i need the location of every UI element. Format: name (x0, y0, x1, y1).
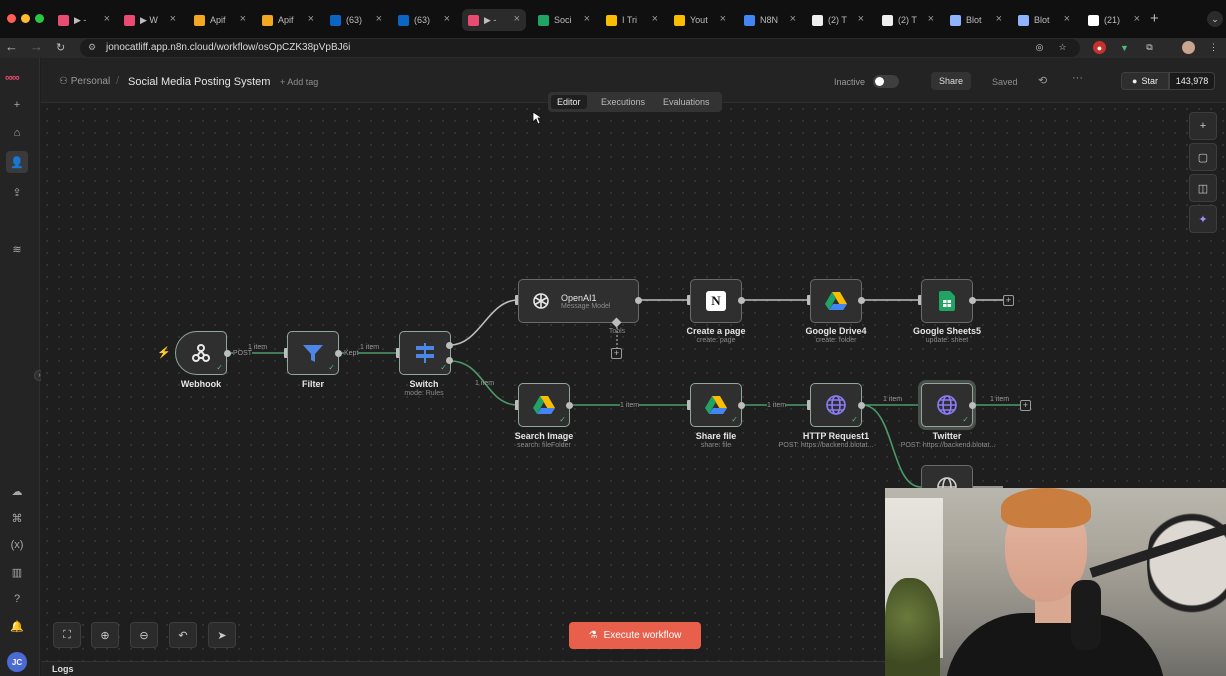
node-subtitle: update: sheet (925, 337, 969, 344)
node-label: Google Sheets5 (912, 326, 982, 336)
node-label: Search Image (514, 431, 574, 441)
google-drive-icon (533, 396, 555, 414)
webcam-mirror (1147, 493, 1226, 633)
openai-icon (533, 293, 549, 309)
success-check-icon: ✓ (962, 415, 969, 424)
node-label: Twitter (932, 431, 962, 441)
node-label: Google Drive4 (805, 326, 867, 336)
output-port[interactable] (335, 350, 342, 357)
node-webhook[interactable]: ✓ (175, 331, 227, 375)
tab-editor[interactable]: Editor (551, 95, 587, 109)
success-check-icon: ✓ (328, 363, 335, 372)
output-port[interactable] (969, 402, 976, 409)
panel-toggle-icon[interactable]: ◫ (1189, 174, 1217, 202)
fit-view-icon[interactable]: ⛶ (53, 622, 81, 648)
success-check-icon: ✓ (216, 363, 223, 372)
undo-icon[interactable]: ↶ (169, 622, 197, 648)
add-node-button[interactable]: + (1003, 295, 1014, 306)
tab-executions[interactable]: Executions (595, 95, 651, 109)
edge-label: 1 item (360, 344, 380, 351)
globe-icon (826, 395, 846, 415)
flask-icon: ⚗ (588, 630, 598, 641)
node-label: Switch (409, 379, 439, 389)
success-check-icon: ✓ (559, 415, 566, 424)
trigger-bolt-icon: ⚡ (157, 347, 171, 359)
output-port[interactable] (635, 297, 642, 304)
node-google-sheets5[interactable] (921, 279, 973, 323)
output-port[interactable] (738, 402, 745, 409)
edge-label: 1 item (620, 402, 640, 409)
output-port[interactable] (224, 350, 231, 357)
webhook-icon (192, 344, 210, 362)
node-subtitle: POST: https://backend.blotat... (900, 442, 996, 449)
mouse-cursor (532, 111, 542, 125)
output-port[interactable] (858, 297, 865, 304)
globe-icon (937, 395, 957, 415)
pointer-mode-icon[interactable]: ➤ (208, 622, 236, 648)
success-check-icon: ✓ (731, 415, 738, 424)
node-switch[interactable]: ✓ (399, 331, 451, 375)
node-subtitle: mode: Rules (404, 390, 444, 397)
add-node-panel-button[interactable]: + (1189, 112, 1217, 140)
execute-workflow-label: Execute workflow (603, 630, 682, 641)
node-subtitle: Message Model (561, 302, 611, 310)
google-drive-icon (825, 292, 847, 310)
execute-workflow-button[interactable]: ⚗ Execute workflow (569, 622, 701, 649)
google-drive-icon (705, 396, 727, 414)
edge-label: 1 item (767, 402, 787, 409)
edge-label: Kept (344, 350, 359, 357)
node-twitter[interactable]: ✓ (921, 383, 973, 427)
webcam-person-hair (1001, 488, 1091, 528)
add-node-button[interactable]: + (1020, 400, 1031, 411)
logs-label[interactable]: Logs (52, 664, 74, 674)
webcam-overlay (885, 488, 1226, 676)
edge-label: 1 item (475, 380, 495, 387)
filter-funnel-icon (303, 345, 323, 362)
sticky-note-icon[interactable]: ▢ (1189, 143, 1217, 171)
webcam-microphone (1071, 580, 1101, 650)
switch-signpost-icon (416, 343, 434, 363)
node-google-drive4[interactable] (810, 279, 862, 323)
openai-text: OpenAI1 Message Model (561, 293, 610, 310)
node-notion[interactable]: N (690, 279, 742, 323)
output-port[interactable] (446, 357, 453, 364)
notion-icon: N (706, 291, 726, 311)
node-label: Filter (301, 379, 325, 389)
add-tool-button[interactable]: + (611, 348, 622, 359)
node-http-request1[interactable]: ✓ (810, 383, 862, 427)
edge-label: 1 item (990, 396, 1010, 403)
node-subtitle: create: folder (815, 337, 857, 344)
node-subtitle: share: file (700, 442, 732, 449)
output-port[interactable] (738, 297, 745, 304)
google-sheets-icon (939, 291, 955, 311)
tools-label: Tools (608, 328, 626, 335)
node-search-image[interactable]: ✓ (518, 383, 570, 427)
output-port[interactable] (446, 342, 453, 349)
zoom-out-icon[interactable]: ⊖ (130, 622, 158, 648)
edge-label: 1 item (883, 396, 903, 403)
ai-assistant-sparkle-icon[interactable]: ✦ (1189, 205, 1217, 233)
webcam-plant (885, 578, 940, 676)
edge-switch-openai[interactable] (449, 299, 519, 346)
success-check-icon: ✓ (440, 363, 447, 372)
success-check-icon: ✓ (851, 415, 858, 424)
node-label: Webhook (180, 379, 222, 389)
output-port[interactable] (858, 402, 865, 409)
node-label: Share file (695, 431, 737, 441)
edge-label: POST (233, 350, 253, 357)
mode-tabs: Editor Executions Evaluations (548, 92, 722, 112)
node-subtitle: create: page (696, 337, 736, 344)
node-subtitle: search: fileFolder (517, 442, 571, 449)
node-openai[interactable]: OpenAI1 Message Model (518, 279, 639, 323)
output-port[interactable] (969, 297, 976, 304)
output-port[interactable] (566, 402, 573, 409)
node-filter[interactable]: ✓ (287, 331, 339, 375)
node-label: OpenAI1 (561, 292, 597, 303)
zoom-in-icon[interactable]: ⊕ (91, 622, 119, 648)
node-label: HTTP Request1 (802, 431, 870, 441)
node-label: Create a page (686, 326, 746, 336)
node-subtitle: POST: https://backend.blotat... (778, 442, 874, 449)
tab-evaluations[interactable]: Evaluations (657, 95, 716, 109)
node-share-file[interactable]: ✓ (690, 383, 742, 427)
